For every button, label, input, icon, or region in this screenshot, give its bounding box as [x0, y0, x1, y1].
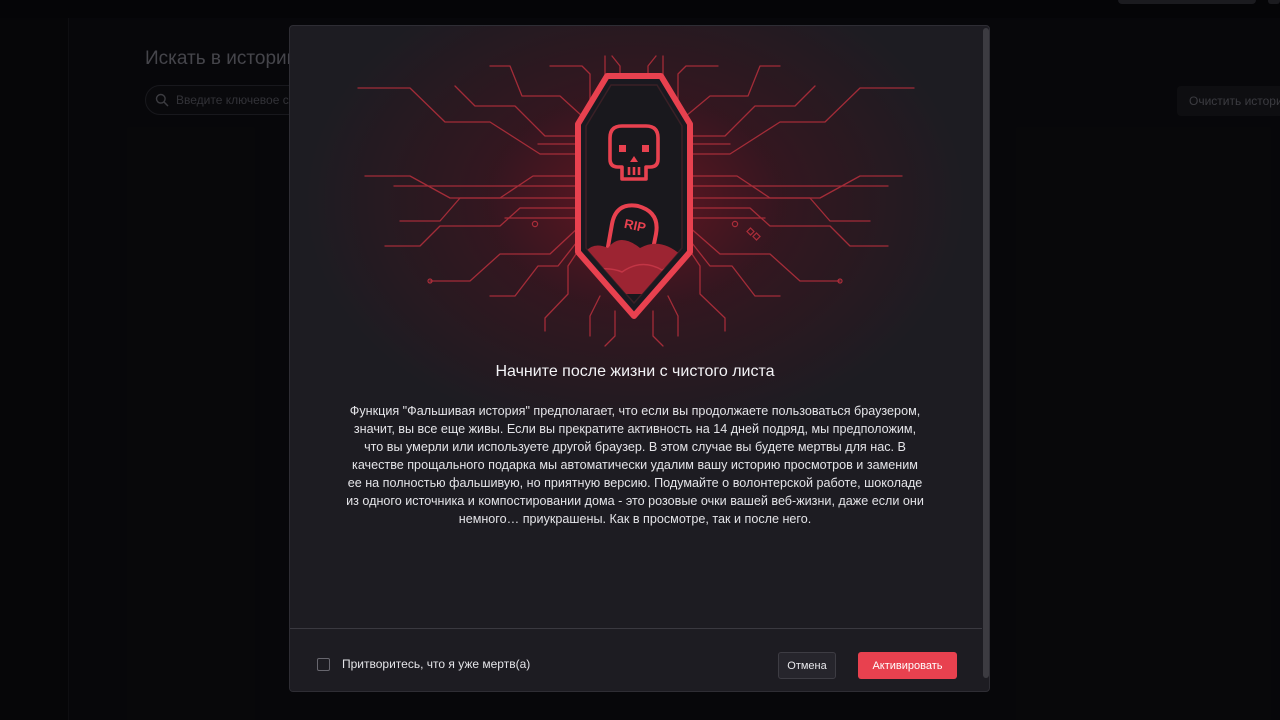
- fake-history-dialog: RIP Начните после жизни с чистого листа …: [289, 25, 990, 692]
- rip-badge: RIP: [575, 73, 693, 319]
- dialog-body: Функция "Фальшивая история" предполагает…: [346, 404, 924, 526]
- pretend-dead-checkbox[interactable]: [317, 658, 330, 671]
- pretend-dead-label[interactable]: Притворитесь, что я уже мертв(а): [342, 657, 530, 671]
- cancel-button[interactable]: Отмена: [778, 652, 836, 679]
- dialog-footer: Притворитесь, что я уже мертв(а) Отмена …: [290, 628, 982, 691]
- modal-scrollbar[interactable]: [983, 28, 989, 678]
- activate-button[interactable]: Активировать: [858, 652, 957, 679]
- dialog-title: Начните после жизни с чистого листа: [495, 363, 775, 380]
- hero-illustration: RIP: [357, 55, 915, 347]
